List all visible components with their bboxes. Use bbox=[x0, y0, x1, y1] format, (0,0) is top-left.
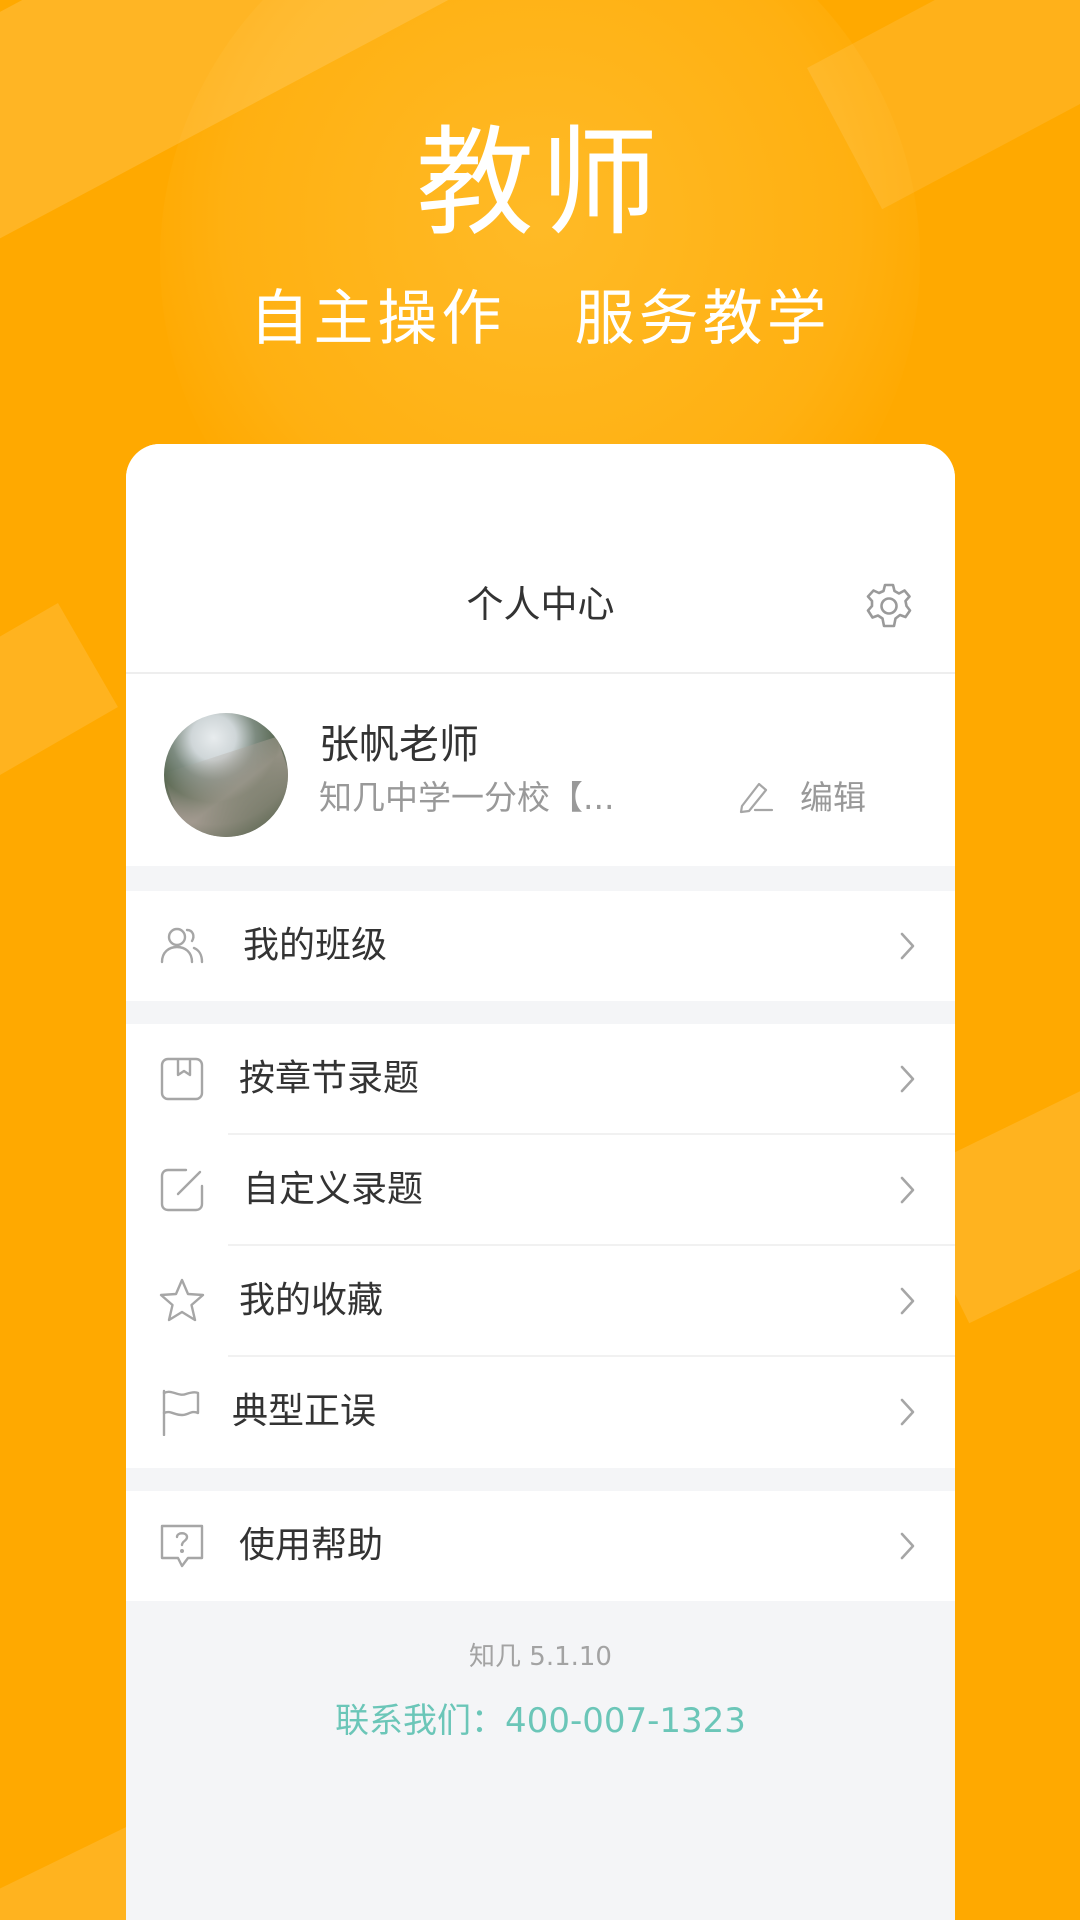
menu-item-chapter-entry[interactable]: 按章节录题 bbox=[126, 1024, 955, 1135]
teacher-name: 张帆老师 bbox=[319, 722, 479, 768]
menu-group-help: 使用帮助 bbox=[126, 1491, 955, 1601]
gear-icon[interactable] bbox=[864, 581, 914, 631]
avatar[interactable] bbox=[164, 713, 288, 837]
menu-item-label: 按章节录题 bbox=[239, 1058, 420, 1099]
school-name: 知几中学一分校【... bbox=[319, 778, 615, 817]
menu-item-label: 使用帮助 bbox=[239, 1525, 384, 1566]
menu-item-label: 自定义录题 bbox=[243, 1169, 424, 1210]
menu-group-classes: 我的班级 bbox=[126, 891, 955, 1001]
edit-button[interactable]: 编辑 bbox=[800, 776, 866, 820]
menu-item-typical-errors[interactable]: 典型正误 bbox=[126, 1357, 955, 1468]
chevron-right-icon bbox=[897, 930, 919, 962]
edit-square-icon bbox=[158, 1166, 206, 1214]
menu-item-my-favorites[interactable]: 我的收藏 bbox=[126, 1246, 955, 1357]
menu-item-label: 我的收藏 bbox=[239, 1280, 384, 1321]
page-title: 个人中心 bbox=[466, 583, 615, 626]
flag-icon bbox=[158, 1388, 206, 1437]
chevron-right-icon bbox=[897, 1396, 919, 1428]
chevron-right-icon bbox=[897, 1285, 919, 1317]
app-version: 知几 5.1.10 bbox=[469, 1642, 612, 1672]
menu-item-my-classes[interactable]: 我的班级 bbox=[126, 891, 955, 1001]
chevron-right-icon bbox=[897, 1063, 919, 1095]
bookmark-book-icon bbox=[158, 1055, 206, 1103]
menu-item-help[interactable]: 使用帮助 bbox=[126, 1491, 955, 1601]
hero-subtitle: 自主操作 服务教学 bbox=[249, 284, 831, 354]
chevron-right-icon bbox=[897, 1530, 919, 1562]
help-question-icon bbox=[158, 1522, 206, 1570]
contact-us-link[interactable]: 联系我们：400-007-1323 bbox=[126, 1698, 955, 1744]
menu-item-custom-entry[interactable]: 自定义录题 bbox=[126, 1135, 955, 1246]
star-icon bbox=[158, 1277, 206, 1325]
users-icon bbox=[158, 922, 206, 970]
profile-section: 张帆老师 知几中学一分校【... 编辑 bbox=[126, 676, 955, 866]
menu-group-questions: 按章节录题 自定义录题 我的收藏 典型正误 bbox=[126, 1024, 955, 1468]
background-decoration-band bbox=[0, 603, 118, 797]
menu-item-label: 典型正误 bbox=[232, 1391, 377, 1432]
chevron-right-icon bbox=[897, 1174, 919, 1206]
phone-screen-card: 个人中心 张帆老师 知几中学一分校【... 编辑 我的班级 按章节录题 自定义录… bbox=[126, 444, 955, 1920]
pencil-icon[interactable] bbox=[734, 776, 776, 818]
menu-item-label: 我的班级 bbox=[243, 925, 388, 966]
hero-title: 教师 bbox=[415, 114, 664, 252]
nav-bar: 个人中心 bbox=[126, 544, 955, 674]
